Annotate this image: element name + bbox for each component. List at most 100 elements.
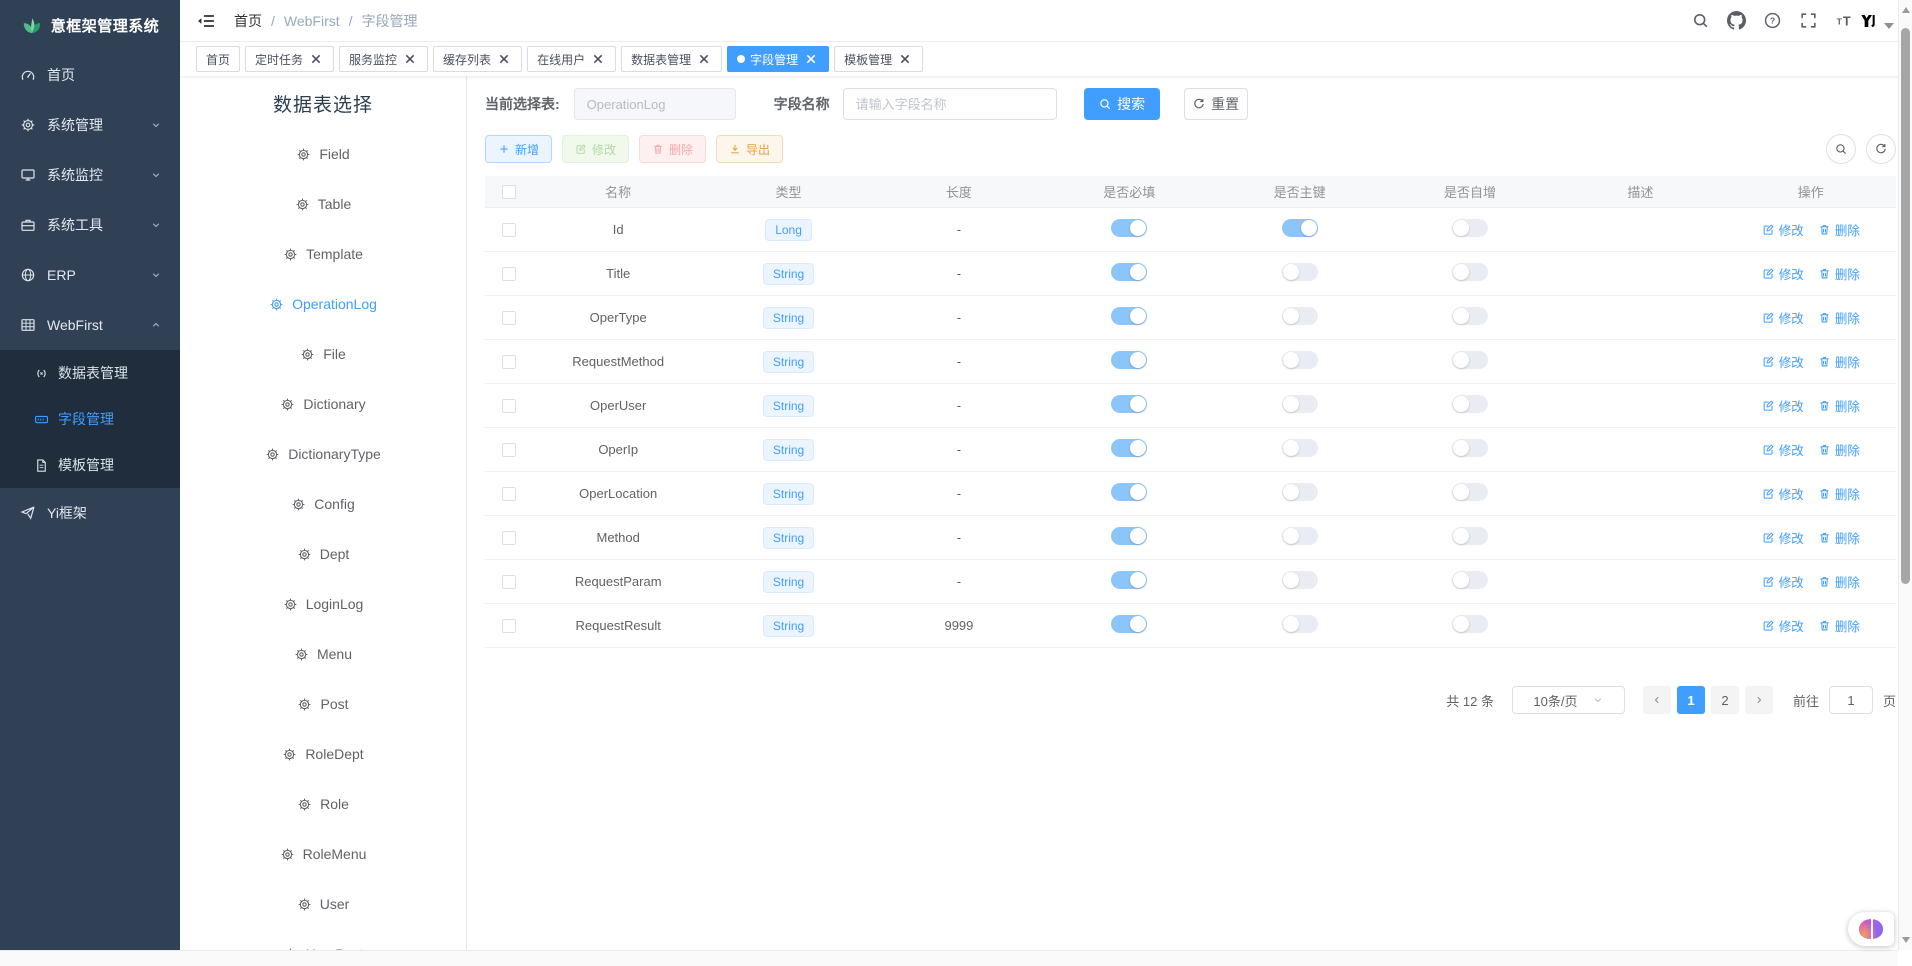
row-edit-link[interactable]: 修改	[1762, 264, 1804, 283]
auto-increment-toggle[interactable]	[1452, 219, 1488, 237]
primary-key-toggle[interactable]	[1282, 571, 1318, 589]
select-all-checkbox[interactable]	[502, 185, 516, 199]
column-search-button[interactable]	[1826, 134, 1856, 164]
required-toggle[interactable]	[1111, 439, 1147, 457]
horizontal-scrollbar[interactable]	[0, 950, 1898, 966]
close-icon[interactable]	[696, 51, 712, 67]
row-edit-link[interactable]: 修改	[1762, 440, 1804, 459]
search-icon[interactable]	[1691, 11, 1710, 30]
tree-item[interactable]: RoleDept	[180, 729, 466, 779]
row-delete-link[interactable]: 删除	[1818, 528, 1860, 547]
row-delete-link[interactable]: 删除	[1818, 352, 1860, 371]
sidebar-fold-icon[interactable]	[196, 10, 218, 32]
tab[interactable]: 首页	[196, 46, 240, 72]
tab[interactable]: 服务监控	[339, 46, 428, 72]
delete-button[interactable]: 删除	[639, 135, 706, 163]
required-toggle[interactable]	[1111, 351, 1147, 369]
sidebar-subitem[interactable]: 字段管理	[0, 396, 180, 442]
tree-item[interactable]: OperationLog	[180, 279, 466, 329]
row-edit-link[interactable]: 修改	[1762, 528, 1804, 547]
primary-key-toggle[interactable]	[1282, 263, 1318, 281]
row-delete-link[interactable]: 删除	[1818, 440, 1860, 459]
tree-item[interactable]: Config	[180, 479, 466, 529]
auto-increment-toggle[interactable]	[1452, 615, 1488, 633]
tree-item[interactable]: Role	[180, 779, 466, 829]
close-icon[interactable]	[803, 51, 819, 67]
vertical-scrollbar-thumb[interactable]	[1901, 28, 1910, 584]
auto-increment-toggle[interactable]	[1452, 351, 1488, 369]
sidebar-item[interactable]: 系统工具	[0, 200, 180, 250]
tab[interactable]: 定时任务	[245, 46, 334, 72]
primary-key-toggle[interactable]	[1282, 307, 1318, 325]
auto-increment-toggle[interactable]	[1452, 395, 1488, 413]
tab[interactable]: 缓存列表	[433, 46, 522, 72]
row-edit-link[interactable]: 修改	[1762, 220, 1804, 239]
row-edit-link[interactable]: 修改	[1762, 572, 1804, 591]
next-page-button[interactable]	[1745, 686, 1773, 714]
tree-item[interactable]: UserPost	[180, 929, 466, 950]
assistant-widget[interactable]	[1848, 912, 1894, 946]
tree-item[interactable]: Template	[180, 229, 466, 279]
tree-item[interactable]: File	[180, 329, 466, 379]
required-toggle[interactable]	[1111, 395, 1147, 413]
sidebar-subitem[interactable]: 数据表管理	[0, 350, 180, 396]
required-toggle[interactable]	[1111, 307, 1147, 325]
scroll-down-arrow-icon[interactable]	[1902, 937, 1910, 943]
fullscreen-icon[interactable]	[1799, 11, 1818, 30]
search-button[interactable]: 搜索	[1084, 88, 1160, 120]
tab[interactable]: 数据表管理	[621, 46, 722, 72]
primary-key-toggle[interactable]	[1282, 615, 1318, 633]
tab[interactable]: 字段管理	[727, 46, 829, 72]
sidebar-item[interactable]: 系统监控	[0, 150, 180, 200]
goto-page-input[interactable]	[1829, 686, 1873, 714]
auto-increment-toggle[interactable]	[1452, 483, 1488, 501]
row-delete-link[interactable]: 删除	[1818, 220, 1860, 239]
page-number-button[interactable]: 1	[1677, 686, 1705, 714]
close-icon[interactable]	[402, 51, 418, 67]
row-edit-link[interactable]: 修改	[1762, 616, 1804, 635]
export-button[interactable]: 导出	[716, 135, 783, 163]
row-checkbox[interactable]	[502, 267, 516, 281]
auto-increment-toggle[interactable]	[1452, 307, 1488, 325]
tree-item[interactable]: DictionaryType	[180, 429, 466, 479]
row-edit-link[interactable]: 修改	[1762, 352, 1804, 371]
sidebar-subitem[interactable]: 模板管理	[0, 442, 180, 488]
tree-item[interactable]: User	[180, 879, 466, 929]
breadcrumb-item[interactable]: / WebFirst	[262, 13, 340, 29]
auto-increment-toggle[interactable]	[1452, 571, 1488, 589]
row-checkbox[interactable]	[502, 531, 516, 545]
primary-key-toggle[interactable]	[1282, 439, 1318, 457]
required-toggle[interactable]	[1111, 615, 1147, 633]
row-checkbox[interactable]	[502, 487, 516, 501]
auto-increment-toggle[interactable]	[1452, 439, 1488, 457]
sidebar-item[interactable]: Yi框架	[0, 488, 180, 538]
row-delete-link[interactable]: 删除	[1818, 616, 1860, 635]
tab[interactable]: 在线用户	[527, 46, 616, 72]
row-checkbox[interactable]	[502, 355, 516, 369]
question-icon[interactable]	[1763, 11, 1782, 30]
refresh-table-button[interactable]	[1866, 134, 1896, 164]
close-icon[interactable]	[308, 51, 324, 67]
sidebar-item[interactable]: WebFirst	[0, 300, 180, 350]
tree-item[interactable]: Post	[180, 679, 466, 729]
row-delete-link[interactable]: 删除	[1818, 264, 1860, 283]
prev-page-button[interactable]	[1643, 686, 1671, 714]
tab[interactable]: 模板管理	[834, 46, 923, 72]
fontsize-icon[interactable]	[1835, 11, 1854, 30]
close-icon[interactable]	[496, 51, 512, 67]
yj-logo-icon[interactable]	[1860, 13, 1876, 29]
breadcrumb-item[interactable]: / 字段管理	[340, 11, 418, 31]
row-checkbox[interactable]	[502, 575, 516, 589]
user-dropdown-caret-icon[interactable]	[1884, 23, 1894, 29]
scroll-up-arrow-icon[interactable]	[1902, 7, 1910, 13]
auto-increment-toggle[interactable]	[1452, 263, 1488, 281]
tree-item[interactable]: Menu	[180, 629, 466, 679]
required-toggle[interactable]	[1111, 571, 1147, 589]
primary-key-toggle[interactable]	[1282, 351, 1318, 369]
sidebar-item[interactable]: 首页	[0, 50, 180, 100]
row-delete-link[interactable]: 删除	[1818, 308, 1860, 327]
row-edit-link[interactable]: 修改	[1762, 484, 1804, 503]
tree-item[interactable]: RoleMenu	[180, 829, 466, 879]
required-toggle[interactable]	[1111, 219, 1147, 237]
primary-key-toggle[interactable]	[1282, 219, 1318, 237]
